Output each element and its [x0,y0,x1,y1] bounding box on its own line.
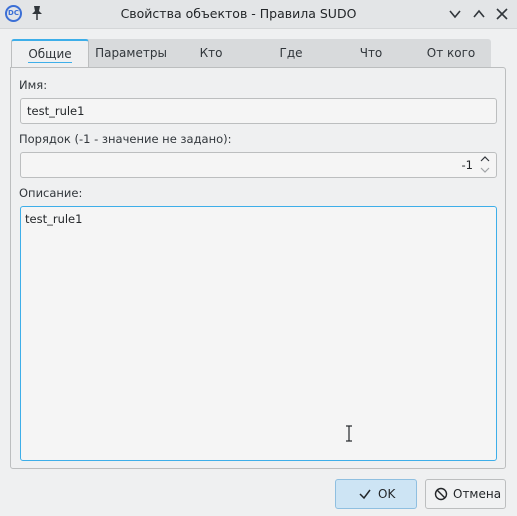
cancel-icon [434,487,448,501]
tab-run-as[interactable]: От кого [411,39,491,68]
tab-what[interactable]: Что [331,39,411,68]
tab-bar: Общие Параметры Кто Где Что От кого [11,39,491,68]
order-spinbox[interactable]: -1 [20,152,497,178]
maximize-button[interactable] [471,6,487,22]
app-icon[interactable]: DC [5,5,22,22]
name-field[interactable]: test_rule1 [20,98,497,124]
name-label: Имя: [19,78,48,92]
minimize-button[interactable] [447,6,463,22]
close-button[interactable] [494,6,510,22]
description-value: test_rule1 [25,212,83,226]
title-bar[interactable]: DC Свойства объектов - Правила SUDO [0,0,517,29]
checkmark-icon [359,489,371,500]
tab-parameters[interactable]: Параметры [91,39,171,68]
close-icon [496,8,508,20]
tab-who[interactable]: Кто [171,39,251,68]
spin-up-icon[interactable] [479,154,491,164]
ok-button[interactable]: OK [335,479,417,509]
tab-label: Что [359,46,383,60]
spin-down-icon[interactable] [479,165,491,175]
description-label: Описание: [19,186,83,200]
chevron-down-icon [449,10,461,19]
tab-label: Общие [28,47,72,63]
order-value: -1 [461,158,473,172]
tab-label: Параметры [95,46,167,60]
text-cursor-icon [346,425,352,442]
tab-where[interactable]: Где [251,39,331,68]
ok-label: OK [378,487,396,501]
tab-label: Кто [199,46,223,60]
tab-general[interactable]: Общие [11,39,89,68]
tab-label: Где [279,46,303,60]
tab-label: От кого [426,46,476,60]
chevron-up-icon [473,9,485,18]
order-label: Порядок (-1 - значение не задано): [19,132,232,146]
description-textarea[interactable]: test_rule1 [20,206,497,461]
cancel-button[interactable]: Отмена [425,479,506,509]
cancel-label: Отмена [453,487,502,501]
window-title: Свойства объектов - Правила SUDO [120,6,357,21]
name-value: test_rule1 [27,104,85,118]
pin-icon[interactable] [30,5,44,21]
